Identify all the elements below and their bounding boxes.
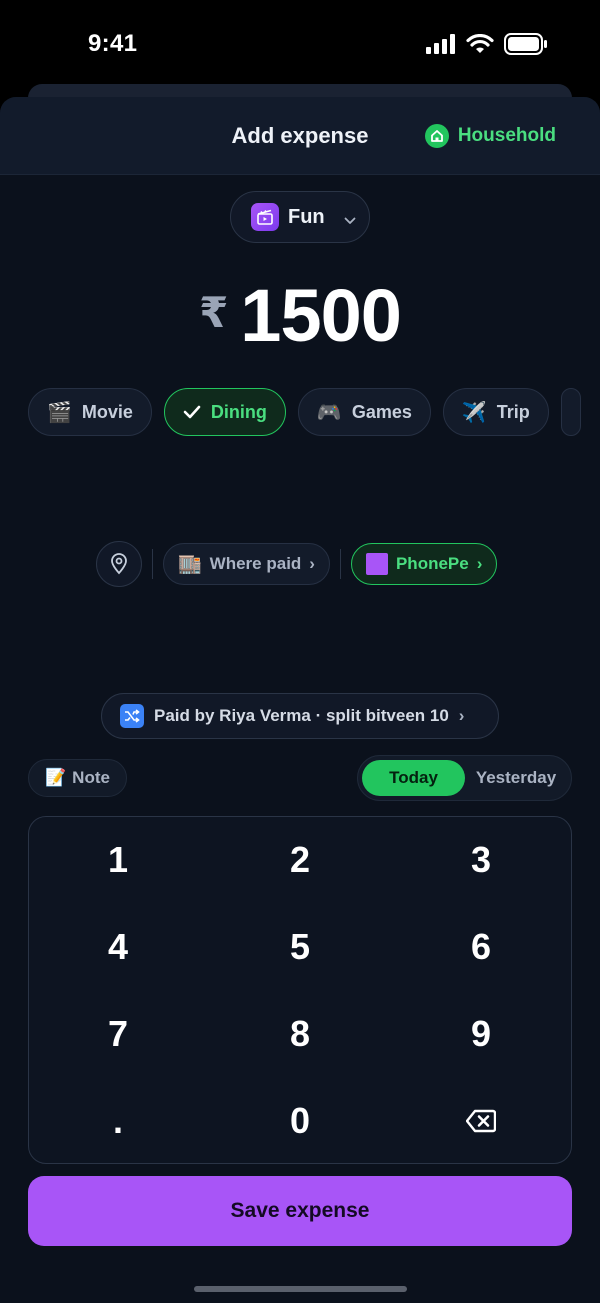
- key-2[interactable]: 2: [240, 825, 360, 895]
- save-expense-button[interactable]: Save expense: [28, 1176, 572, 1246]
- split-text: Paid by Riya Verma · split bitveen 10: [154, 706, 449, 725]
- household-selector[interactable]: Household: [424, 124, 556, 148]
- key-4[interactable]: 4: [58, 912, 178, 982]
- wifi-icon: [466, 34, 494, 53]
- chip-dining[interactable]: Dining: [163, 388, 286, 436]
- subcategory-chips: 🎬 Movie Dining 🎮 Games ✈️ Trip: [28, 388, 581, 436]
- key-3[interactable]: 3: [421, 825, 541, 895]
- key-decimal[interactable]: .: [58, 1086, 178, 1156]
- key-0[interactable]: 0: [240, 1086, 360, 1156]
- where-paid-button[interactable]: 🏬 Where paid ›: [163, 543, 330, 585]
- number-keypad: 1 2 3 4 5 6 7 8 9 . 0: [28, 816, 572, 1164]
- chevron-right-icon: ›: [458, 706, 465, 725]
- chevron-down-icon: [344, 217, 356, 224]
- where-paid-label: Where paid: [209, 554, 302, 573]
- store-icon: 🏬: [178, 554, 202, 575]
- key-5[interactable]: 5: [240, 912, 360, 982]
- add-expense-sheet: Add expense Household Fun ₹ 1500 🎬 Movie…: [0, 97, 600, 1303]
- key-1[interactable]: 1: [58, 825, 178, 895]
- chip-movie[interactable]: 🎬 Movie: [28, 388, 152, 436]
- category-label: Fun: [288, 205, 325, 228]
- chevron-right-icon: ›: [309, 554, 315, 573]
- key-9[interactable]: 9: [421, 999, 541, 1069]
- amount-value: 1500: [240, 274, 402, 357]
- currency-symbol: ₹: [199, 289, 229, 336]
- airplane-icon: ✈️: [461, 401, 487, 424]
- phonepe-square-icon: [365, 553, 388, 575]
- payment-row: 🏬 Where paid › PhonePe ›: [96, 541, 498, 587]
- divider: [152, 549, 153, 579]
- date-today-option[interactable]: Today: [362, 760, 465, 796]
- battery-icon: [504, 33, 547, 55]
- clapper-emoji-icon: 🎬: [47, 401, 72, 424]
- amount-display: ₹ 1500: [0, 273, 600, 358]
- chip-label: Games: [351, 401, 412, 422]
- key-7[interactable]: 7: [58, 999, 178, 1069]
- home-indicator: [194, 1286, 407, 1292]
- payment-method-label: PhonePe: [395, 554, 469, 573]
- chip-label: Trip: [496, 401, 530, 422]
- clapperboard-icon: [251, 203, 279, 231]
- checkmark-icon: [183, 405, 201, 419]
- chip-overflow[interactable]: [560, 388, 581, 436]
- chip-games[interactable]: 🎮 Games: [297, 388, 431, 436]
- key-8[interactable]: 8: [240, 999, 360, 1069]
- household-label: Household: [457, 125, 556, 146]
- game-controller-icon: 🎮: [316, 401, 342, 424]
- location-pin-icon: [111, 553, 127, 575]
- date-toggle: Today Yesterday: [357, 755, 572, 801]
- location-button[interactable]: [96, 541, 142, 587]
- home-icon: [424, 124, 449, 148]
- divider: [339, 549, 341, 579]
- backspace-icon: [466, 1109, 496, 1133]
- date-yesterday-option[interactable]: Yesterday: [465, 760, 567, 796]
- status-bar: 9:41: [0, 0, 600, 88]
- chip-trip[interactable]: ✈️ Trip: [442, 388, 549, 436]
- note-label: Note: [72, 768, 110, 787]
- chip-label: Movie: [81, 401, 133, 422]
- payment-method-button[interactable]: PhonePe ›: [350, 543, 498, 585]
- status-icons: [426, 33, 548, 55]
- sheet-header: Add expense Household: [0, 97, 600, 175]
- status-time: 9:41: [88, 30, 138, 57]
- memo-icon: 📝: [45, 768, 67, 787]
- chip-label: Dining: [210, 401, 267, 422]
- shuffle-icon: [120, 704, 144, 728]
- backspace-key[interactable]: [421, 1086, 541, 1156]
- note-button[interactable]: 📝 Note: [28, 759, 127, 797]
- cellular-signal-icon: [426, 34, 455, 54]
- split-details-button[interactable]: Paid by Riya Verma · split bitveen 10 ›: [101, 693, 499, 739]
- key-6[interactable]: 6: [421, 912, 541, 982]
- chevron-right-icon: ›: [476, 554, 483, 573]
- category-selector[interactable]: Fun: [230, 191, 370, 243]
